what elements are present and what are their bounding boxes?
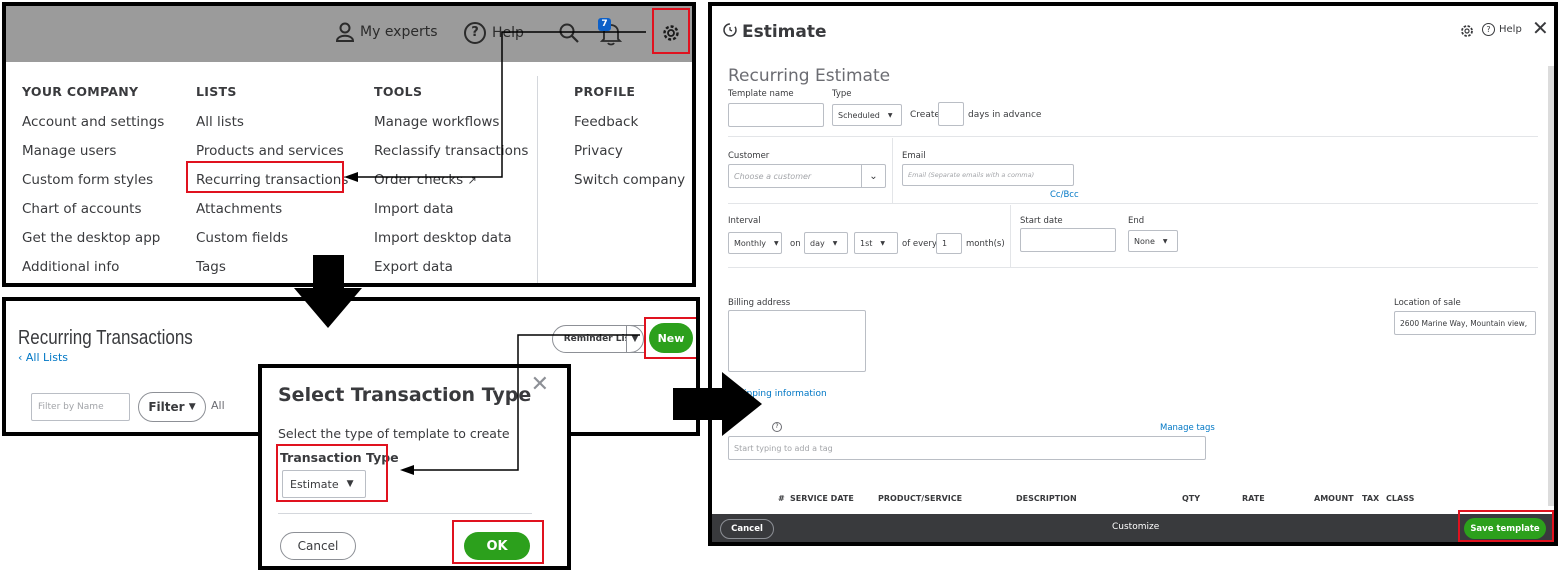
- connector-arrow: [352, 31, 646, 178]
- down-arrow: [294, 255, 362, 328]
- connector-arrow: [410, 334, 640, 471]
- right-arrow: [673, 372, 762, 436]
- arrow-head: [400, 465, 414, 475]
- annotation-arrows: [294, 31, 762, 475]
- arrow-head: [344, 172, 358, 182]
